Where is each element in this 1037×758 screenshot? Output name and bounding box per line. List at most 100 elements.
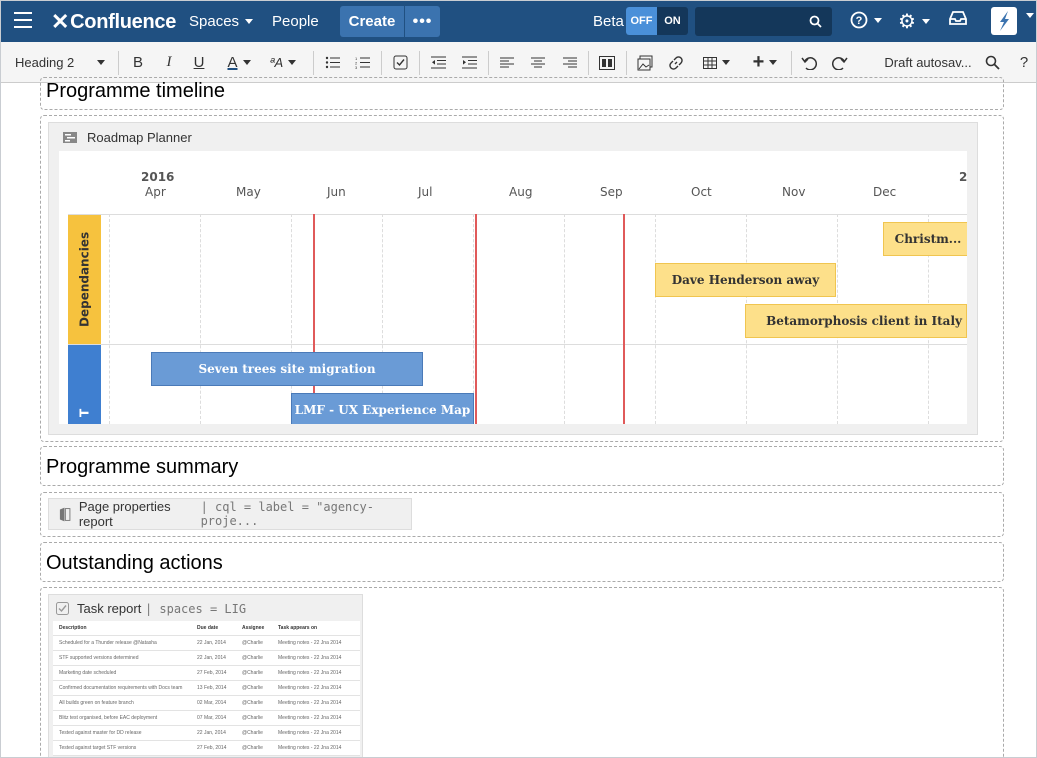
lane-divider <box>68 344 967 345</box>
chevron-down-icon <box>721 60 730 65</box>
people-link[interactable]: People <box>272 13 319 30</box>
actions-heading[interactable]: Outstanding actions <box>46 552 223 575</box>
table-cell: Meeting notes - 22 Jna 2014 <box>278 670 342 676</box>
page-properties-label: Page properties report <box>78 499 171 529</box>
toggle-on[interactable]: ON <box>657 7 688 35</box>
table-row[interactable]: Scheduled for a Thunder release @Natasha… <box>53 636 360 651</box>
toolbar-divider <box>488 51 489 75</box>
layout-icon <box>599 55 615 70</box>
paragraph-style-value: Heading 2 <box>15 55 75 70</box>
roadmap-bar[interactable]: Seven trees site migration <box>151 352 423 386</box>
table-cell: @Charlie <box>242 715 263 721</box>
chevron-down-icon <box>874 17 882 23</box>
toolbar-divider <box>118 51 119 75</box>
month-label: Nov <box>782 185 806 199</box>
roadmap-bar[interactable]: Christm... <box>883 222 967 256</box>
confluence-logo[interactable]: ✕ Confluence <box>51 9 176 35</box>
editor-help-button[interactable]: ? <box>1015 42 1033 83</box>
table-cell: 22 Jan, 2014 <box>197 640 226 646</box>
month-label: May <box>236 185 261 199</box>
summary-heading[interactable]: Programme summary <box>46 456 238 479</box>
align-right-icon <box>563 57 577 68</box>
roadmap-macro[interactable]: Roadmap Planner 2016 2 Apr May Jun Jul Aug Se… <box>48 122 978 435</box>
year-label: 2 <box>959 170 967 184</box>
table-cell: Tested against master for DD release <box>59 730 142 736</box>
search-icon <box>985 55 1000 70</box>
lane-divider <box>68 214 967 215</box>
table-row[interactable]: All builds green on feature branch 02 Mar… <box>53 696 360 711</box>
menu-icon[interactable] <box>14 12 32 28</box>
actions-heading-section[interactable]: Outstanding actions <box>40 542 1004 582</box>
table-row[interactable]: Marketing date scheduled 27 Feb, 2014 @Cha… <box>53 666 360 681</box>
summary-heading-section[interactable]: Programme summary <box>40 446 1004 486</box>
month-gridline <box>200 214 201 424</box>
link-icon <box>669 55 683 70</box>
marker-line[interactable] <box>623 214 625 424</box>
table-cell: 07 Mar, 2014 <box>197 715 227 721</box>
table-cell: Scheduled for a Thunder release @Natasha <box>59 640 157 646</box>
roadmap-title: Roadmap Planner <box>87 130 192 145</box>
image-icon <box>637 55 653 70</box>
beta-toggle[interactable]: OFF ON <box>626 7 688 35</box>
search-input[interactable] <box>695 7 805 36</box>
marker-line[interactable] <box>475 214 477 424</box>
roadmap-bar[interactable]: LMF - UX Experience Map <box>291 393 474 424</box>
more-formatting-icon: ªA <box>269 55 284 70</box>
timeline-heading[interactable]: Programme timeline <box>46 80 225 103</box>
spaces-menu[interactable]: Spaces <box>189 13 254 30</box>
month-label: Apr <box>145 185 166 199</box>
table-cell: @Charlie <box>242 640 263 646</box>
create-button[interactable]: Create <box>340 6 404 37</box>
toolbar-divider <box>588 51 589 75</box>
settings-menu[interactable]: ⚙ <box>898 9 930 34</box>
table-cell: 13 Feb, 2014 <box>197 685 227 691</box>
avatar-icon <box>1000 11 1009 31</box>
chevron-down-icon <box>245 19 254 24</box>
table-cell: Marketing date scheduled <box>59 670 117 676</box>
table-row[interactable]: STF supported versions determined 22 Jan,… <box>53 651 360 666</box>
undo-icon <box>801 56 817 70</box>
lane-dependancies[interactable]: Dependancies <box>68 215 101 344</box>
notifications-button[interactable] <box>948 10 968 26</box>
table-cell: Meeting notes - 22 Jna 2014 <box>278 700 342 706</box>
timeline-heading-section[interactable]: Programme timeline <box>40 77 1004 110</box>
table-cell: Meeting notes - 22 Jna 2014 <box>278 745 342 751</box>
lane-team[interactable]: T <box>68 345 101 424</box>
year-label: 2016 <box>141 170 175 184</box>
table-row[interactable]: Tested against target STF versions 27 Feb… <box>53 741 360 756</box>
avatar-menu[interactable] <box>1020 13 1034 18</box>
help-menu[interactable]: ? <box>850 11 882 29</box>
column-header: Task appears on <box>278 625 318 631</box>
task-report-macro[interactable]: Task report | spaces = LIG Description Du… <box>48 594 363 757</box>
editor-window: ✕ Confluence Spaces People Create ••• Bet… <box>0 0 1037 758</box>
table-row[interactable]: Blitz test organised, before EAC deploym… <box>53 711 360 726</box>
month-gridline <box>655 214 656 424</box>
table-header-row: Description Due date Assignee Task appears … <box>53 621 360 636</box>
table-cell: @Charlie <box>242 700 263 706</box>
month-label: Aug <box>509 185 533 199</box>
table-row[interactable]: Tested against master for DD release 22 J… <box>53 726 360 741</box>
task-report-title: Task report | spaces = LIG <box>77 601 246 616</box>
outdent-icon <box>430 56 446 69</box>
month-label: Dec <box>873 185 897 199</box>
chevron-down-icon <box>288 60 297 65</box>
table-cell: 02 Mar, 2014 <box>197 700 227 706</box>
task-report-query: | spaces = LIG <box>144 602 247 616</box>
user-avatar[interactable] <box>991 7 1017 35</box>
table-cell: Meeting notes - 22 Jna 2014 <box>278 655 342 661</box>
table-cell: 27 Feb, 2014 <box>197 745 227 751</box>
roadmap-bar[interactable]: Betamorphosis client in Italy <box>745 304 967 338</box>
create-more-button[interactable]: ••• <box>405 6 440 37</box>
table-cell: STF supported versions determined <box>59 655 139 661</box>
text-color-icon: A <box>227 54 238 71</box>
search-icon[interactable] <box>809 15 822 28</box>
lane-label: T <box>77 408 92 417</box>
table-row[interactable]: Confirmed documentation requirements wit… <box>53 681 360 696</box>
gear-icon: ⚙ <box>898 11 916 33</box>
search-box[interactable] <box>695 7 832 36</box>
page-properties-query: | cql = label = "agency-proje... <box>200 500 374 528</box>
roadmap-bar[interactable]: Dave Henderson away <box>655 263 836 297</box>
indent-icon <box>461 56 477 69</box>
toggle-off[interactable]: OFF <box>626 7 657 35</box>
page-properties-macro[interactable]: Page properties report | cql = label = "… <box>48 498 412 530</box>
